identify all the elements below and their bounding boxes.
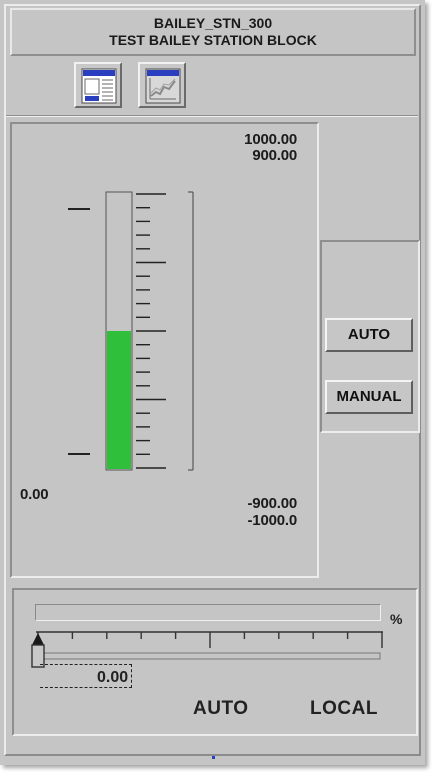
faceplate-window: BAILEY_STN_300 TEST BAILEY STATION BLOCK — [0, 0, 425, 765]
current-value: 0.00 — [20, 486, 49, 503]
faceplate-title: BAILEY_STN_300 TEST BAILEY STATION BLOCK — [10, 8, 416, 56]
scale-bottom-low: -900.00 — [247, 495, 298, 512]
process-value-fill — [107, 331, 131, 469]
faceplate-detail-icon — [81, 68, 117, 104]
bargraph — [68, 191, 194, 471]
output-value-field[interactable]: 0.00 — [40, 664, 132, 688]
mode-status: AUTO — [193, 698, 249, 719]
manual-button[interactable]: MANUAL — [325, 380, 413, 414]
detail-view-button[interactable] — [74, 62, 122, 108]
output-unit: % — [390, 611, 403, 627]
auto-button[interactable]: AUTO — [325, 318, 413, 352]
tag-description: TEST BAILEY STATION BLOCK — [109, 32, 317, 48]
scale-bottom-min: -1000.0 — [247, 512, 298, 529]
tag-name: BAILEY_STN_300 — [153, 15, 273, 31]
bargraph-scale — [136, 193, 166, 469]
scale-top-high: 900.00 — [252, 147, 297, 164]
location-status: LOCAL — [310, 698, 378, 719]
trend-view-button[interactable] — [138, 62, 186, 108]
separator — [6, 115, 418, 117]
scale-top-max: 1000.00 — [244, 131, 297, 148]
resize-marker — [212, 756, 215, 759]
output-bar — [35, 604, 381, 621]
trend-chart-icon — [145, 68, 181, 104]
slider-handle[interactable] — [31, 633, 45, 668]
output-value: 0.00 — [97, 669, 129, 686]
